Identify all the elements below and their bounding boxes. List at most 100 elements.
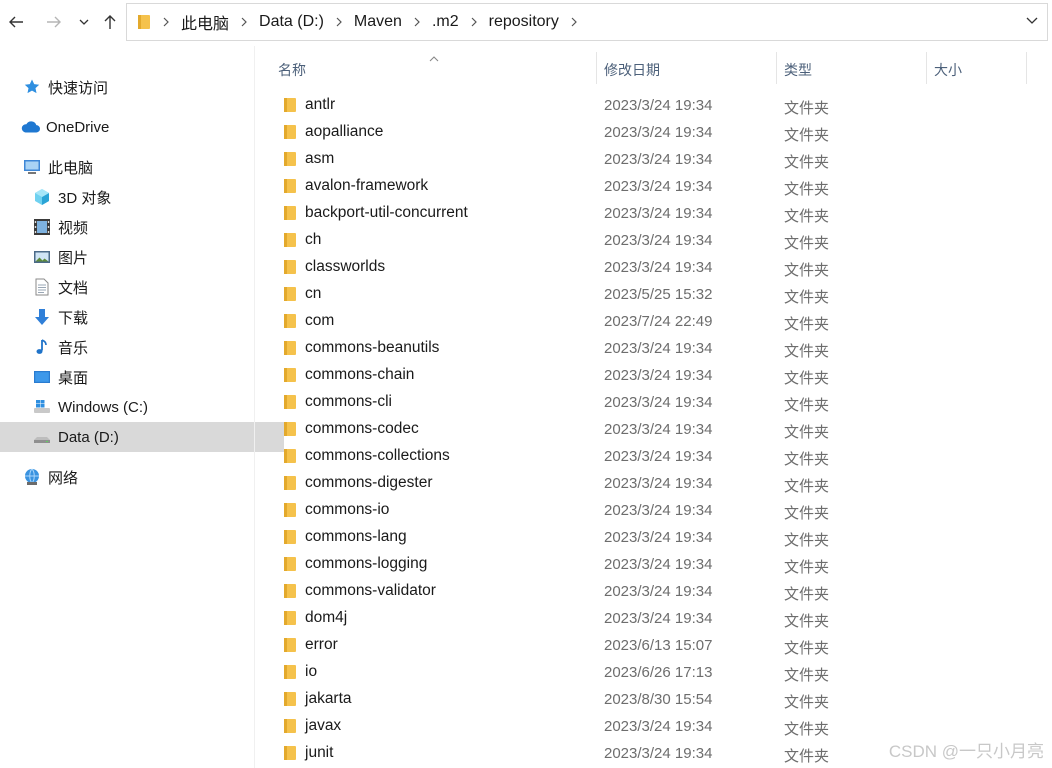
up-button[interactable] bbox=[98, 10, 122, 34]
file-type: 文件夹 bbox=[784, 235, 830, 252]
folder-icon bbox=[282, 232, 298, 248]
recent-locations-button[interactable] bbox=[72, 10, 96, 34]
sidebar-item-label: 桌面 bbox=[58, 369, 89, 387]
crumb-this-pc[interactable]: 此电脑 bbox=[173, 10, 237, 34]
column-header-label: 名称 bbox=[278, 62, 306, 78]
table-row[interactable]: com 2023/7/24 22:49 文件夹 bbox=[262, 308, 1052, 335]
forward-button[interactable] bbox=[42, 10, 66, 34]
file-name: com bbox=[305, 312, 335, 329]
crumb-data-drive[interactable]: Data (D:) bbox=[251, 13, 332, 31]
file-name: cn bbox=[305, 285, 322, 302]
file-date-modified: 2023/3/24 19:34 bbox=[604, 421, 713, 438]
file-type: 文件夹 bbox=[784, 100, 830, 117]
chevron-right-icon[interactable] bbox=[159, 4, 173, 40]
sidebar-item-label: 视频 bbox=[58, 219, 89, 237]
table-row[interactable]: javax 2023/3/24 19:34 文件夹 bbox=[262, 713, 1052, 740]
table-row[interactable]: backport-util-concurrent 2023/3/24 19:34 文… bbox=[262, 200, 1052, 227]
table-row[interactable]: commons-io 2023/3/24 19:34 文件夹 bbox=[262, 497, 1052, 524]
table-row[interactable]: dom4j 2023/3/24 19:34 文件夹 bbox=[262, 605, 1052, 632]
sidebar-item-videos[interactable]: 视频 bbox=[0, 212, 284, 242]
star-icon bbox=[22, 77, 42, 97]
table-row[interactable]: avalon-framework 2023/3/24 19:34 文件夹 bbox=[262, 173, 1052, 200]
table-row[interactable]: commons-collections 2023/3/24 19:34 文件夹 bbox=[262, 443, 1052, 470]
table-row[interactable]: ch 2023/3/24 19:34 文件夹 bbox=[262, 227, 1052, 254]
file-list: 名称 修改日期 类型 大小 antlr 2023/3/24 19:34 文件夹 aop… bbox=[262, 46, 1052, 768]
table-row[interactable]: commons-chain 2023/3/24 19:34 文件夹 bbox=[262, 362, 1052, 389]
film-icon bbox=[32, 217, 52, 237]
crumb-repository[interactable]: repository bbox=[481, 13, 567, 31]
folder-icon bbox=[282, 205, 298, 221]
folder-icon bbox=[282, 259, 298, 275]
folder-icon bbox=[282, 502, 298, 518]
column-header-type[interactable]: 类型 bbox=[777, 46, 926, 90]
table-row[interactable]: commons-cli 2023/3/24 19:34 文件夹 bbox=[262, 389, 1052, 416]
folder-icon bbox=[282, 394, 298, 410]
address-dropdown-button[interactable] bbox=[1023, 13, 1041, 31]
sidebar-item-network[interactable]: 网络 bbox=[0, 462, 274, 492]
address-bar[interactable]: 此电脑 Data (D:) Maven .m2 repository bbox=[126, 3, 1048, 41]
breadcrumb: 此电脑 Data (D:) Maven .m2 repository bbox=[127, 4, 581, 40]
sidebar-item-onedrive[interactable]: OneDrive bbox=[0, 112, 272, 142]
sidebar-item-downloads[interactable]: 下载 bbox=[0, 302, 284, 332]
sidebar-item-3d-objects[interactable]: 3D 对象 bbox=[0, 182, 284, 212]
table-row[interactable]: cn 2023/5/25 15:32 文件夹 bbox=[262, 281, 1052, 308]
file-type: 文件夹 bbox=[784, 316, 830, 333]
chevron-right-icon[interactable] bbox=[332, 4, 346, 40]
file-date-modified: 2023/3/24 19:34 bbox=[604, 367, 713, 384]
sidebar-item-windows-c[interactable]: Windows (C:) bbox=[0, 392, 284, 422]
file-name: antlr bbox=[305, 96, 336, 113]
sidebar-item-music[interactable]: 音乐 bbox=[0, 332, 284, 362]
file-date-modified: 2023/3/24 19:34 bbox=[604, 232, 713, 249]
sidebar-item-pictures[interactable]: 图片 bbox=[0, 242, 284, 272]
table-row[interactable]: jakarta 2023/8/30 15:54 文件夹 bbox=[262, 686, 1052, 713]
file-name: aopalliance bbox=[305, 123, 384, 140]
computer-icon bbox=[22, 157, 42, 177]
folder-icon bbox=[282, 637, 298, 653]
file-type: 文件夹 bbox=[784, 613, 830, 630]
file-name: commons-codec bbox=[305, 420, 419, 437]
table-row[interactable]: commons-validator 2023/3/24 19:34 文件夹 bbox=[262, 578, 1052, 605]
file-type: 文件夹 bbox=[784, 181, 830, 198]
file-name: commons-io bbox=[305, 501, 390, 518]
back-button[interactable] bbox=[4, 10, 28, 34]
column-divider[interactable] bbox=[1026, 52, 1027, 84]
table-row[interactable]: asm 2023/3/24 19:34 文件夹 bbox=[262, 146, 1052, 173]
sidebar-item-label: 下载 bbox=[58, 309, 89, 327]
table-row[interactable]: commons-digester 2023/3/24 19:34 文件夹 bbox=[262, 470, 1052, 497]
file-name: asm bbox=[305, 150, 335, 167]
file-date-modified: 2023/5/25 15:32 bbox=[604, 286, 713, 303]
table-row[interactable]: error 2023/6/13 15:07 文件夹 bbox=[262, 632, 1052, 659]
chevron-right-icon[interactable] bbox=[410, 4, 424, 40]
sidebar-item-this-pc[interactable]: 此电脑 bbox=[0, 152, 274, 182]
sidebar-item-desktop[interactable]: 桌面 bbox=[0, 362, 284, 392]
chevron-right-icon[interactable] bbox=[467, 4, 481, 40]
table-row[interactable]: aopalliance 2023/3/24 19:34 文件夹 bbox=[262, 119, 1052, 146]
file-date-modified: 2023/3/24 19:34 bbox=[604, 178, 713, 195]
folder-icon bbox=[282, 583, 298, 599]
crumb-maven[interactable]: Maven bbox=[346, 13, 410, 31]
sidebar-item-documents[interactable]: 文档 bbox=[0, 272, 284, 302]
table-row[interactable]: commons-lang 2023/3/24 19:34 文件夹 bbox=[262, 524, 1052, 551]
file-date-modified: 2023/3/24 19:34 bbox=[604, 151, 713, 168]
file-name: jakarta bbox=[305, 690, 352, 707]
table-row[interactable]: commons-logging 2023/3/24 19:34 文件夹 bbox=[262, 551, 1052, 578]
table-row[interactable]: antlr 2023/3/24 19:34 文件夹 bbox=[262, 92, 1052, 119]
file-name: commons-logging bbox=[305, 555, 428, 572]
folder-icon bbox=[282, 718, 298, 734]
sidebar-item-label: 图片 bbox=[58, 249, 89, 267]
sidebar-item-data-d[interactable]: Data (D:) bbox=[0, 422, 284, 452]
crumb-m2[interactable]: .m2 bbox=[424, 13, 467, 31]
navigation-pane: 快速访问 OneDrive 此电脑 3D 对象 视频 图片 文档 下载 音乐 桌… bbox=[0, 46, 284, 768]
sidebar-item-quick-access[interactable]: 快速访问 bbox=[0, 72, 274, 102]
chevron-right-icon[interactable] bbox=[237, 4, 251, 40]
column-header-date[interactable]: 修改日期 bbox=[597, 46, 776, 90]
column-header-size[interactable]: 大小 bbox=[927, 46, 1026, 90]
folder-icon bbox=[282, 313, 298, 329]
pane-divider[interactable] bbox=[254, 46, 255, 768]
table-row[interactable]: commons-codec 2023/3/24 19:34 文件夹 bbox=[262, 416, 1052, 443]
chevron-right-icon[interactable] bbox=[567, 4, 581, 40]
table-row[interactable]: io 2023/6/26 17:13 文件夹 bbox=[262, 659, 1052, 686]
table-row[interactable]: classworlds 2023/3/24 19:34 文件夹 bbox=[262, 254, 1052, 281]
column-header-name[interactable]: 名称 bbox=[262, 46, 596, 90]
table-row[interactable]: commons-beanutils 2023/3/24 19:34 文件夹 bbox=[262, 335, 1052, 362]
